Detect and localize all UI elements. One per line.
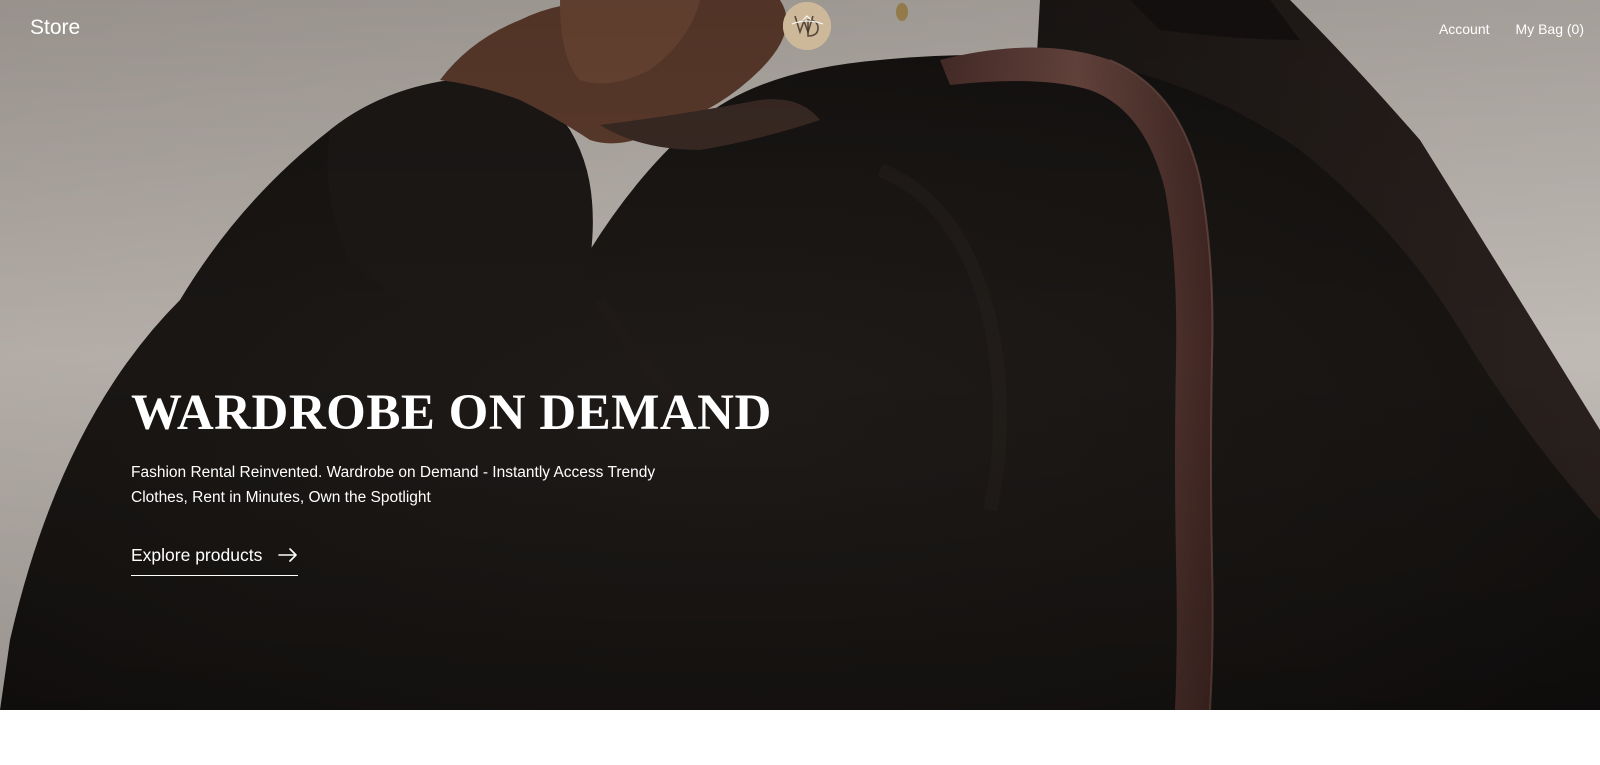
arrow-right-icon <box>278 548 298 562</box>
hero-title: WARDROBE ON DEMAND <box>131 385 772 441</box>
hero-subtitle: Fashion Rental Reinvented. Wardrobe on D… <box>131 464 656 506</box>
hero-background-image <box>0 0 1600 710</box>
hero-section: Store Account My Bag (0) WARDROBE ON DEM… <box>0 0 1600 710</box>
top-navigation: Store Account My Bag (0) <box>0 0 1600 56</box>
my-bag-link[interactable]: My Bag (0) <box>1516 20 1584 38</box>
account-nav: Account My Bag (0) <box>1439 20 1584 38</box>
brand-logo[interactable] <box>783 2 831 50</box>
store-link[interactable]: Store <box>30 15 80 41</box>
hero-content: WARDROBE ON DEMAND Fashion Rental Reinve… <box>131 383 851 576</box>
wd-monogram-icon <box>783 2 831 50</box>
explore-products-label: Explore products <box>131 545 263 565</box>
explore-products-link[interactable]: Explore products <box>131 544 299 576</box>
account-link[interactable]: Account <box>1439 20 1490 38</box>
